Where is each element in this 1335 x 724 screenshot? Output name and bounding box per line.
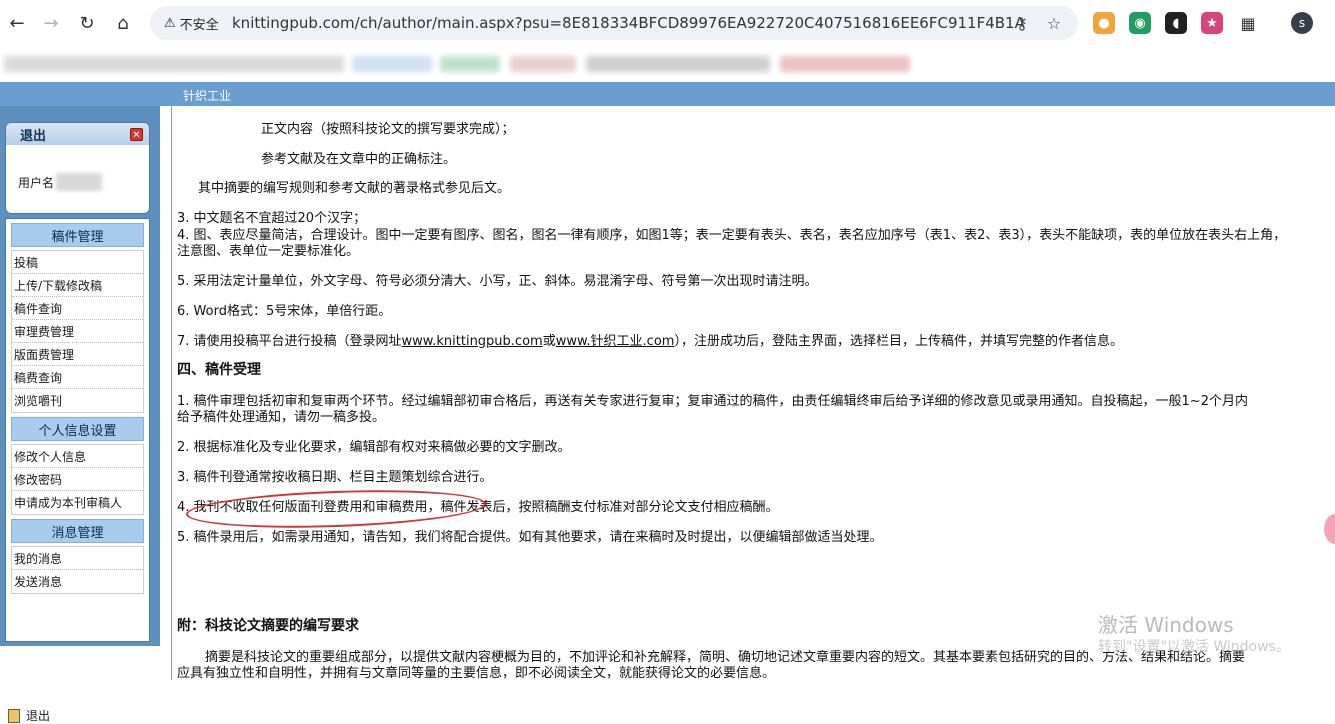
bookmark-item[interactable]: [440, 56, 500, 72]
menu-list-messages: 我的消息 发送消息: [11, 546, 144, 594]
address-bar[interactable]: ⚠ 不安全 knittingpub.com/ch/author/main.asp…: [150, 6, 1078, 40]
logout-title[interactable]: 退出: [20, 125, 46, 144]
text-line: 注意图、表单位一定要标准化。: [177, 244, 360, 259]
windows-activation-subtitle: 转到"设置"以激活 Windows。: [1098, 639, 1290, 655]
text-line: 1. 稿件审理包括初审和复审两个环节。经过编辑部初审合格后，再送有关专家进行复审…: [177, 394, 1248, 409]
link-chinese-domain[interactable]: www.针织工业.com: [556, 334, 675, 349]
menu-item-submit[interactable]: 投稿: [12, 251, 143, 274]
logout-icon: [8, 708, 20, 723]
bookmark-item[interactable]: [586, 56, 770, 72]
back-icon[interactable]: ←: [4, 10, 30, 36]
red-ellipse-annotation: [185, 485, 487, 533]
menu-item-my-messages[interactable]: 我的消息: [12, 547, 143, 570]
menu-panel: 稿件管理 投稿 上传/下载修改稿 稿件查询 审理费管理 版面费管理 稿费查询 浏…: [5, 218, 150, 723]
puzzle-extensions-icon[interactable]: ▦: [1237, 12, 1259, 34]
text-line: 5. 稿件录用后，如需录用通知，请告知，我们将配合提供。如有其他要求，请在来稿时…: [177, 530, 883, 545]
bookmarks-bar: [0, 46, 1335, 82]
text-line: 给予稿件处理通知，请勿一稿多投。: [177, 410, 386, 425]
text-line: 3. 中文题名不宜超过20个汉字；: [177, 211, 367, 226]
security-label: 不安全: [179, 17, 219, 33]
site-header: 针织工业: [0, 82, 1335, 106]
text-line: 其中摘要的编写规则和参考文献的著录格式参见后文。: [198, 181, 511, 196]
forward-icon[interactable]: →: [38, 10, 64, 36]
text-line: 参考文献及在文章中的正确标注。: [261, 152, 457, 167]
windows-activation-title: 激活 Windows: [1098, 613, 1234, 637]
text-line: 6. Word格式：5号宋体，单倍行距。: [177, 304, 392, 319]
menu-section-messages: 消息管理: [11, 519, 144, 543]
username-value-redacted: [56, 173, 103, 191]
logout-link[interactable]: 退出: [8, 707, 50, 724]
menu-item-apply-reviewer[interactable]: 申请成为本刊审稿人: [12, 491, 143, 514]
text-line: 应具有独立性和自明性，并拥有与文章同等量的主要信息，即不必阅读全文，就能获得论文…: [177, 666, 776, 680]
text-line: 正文内容（按照科技论文的撰写要求完成）；: [261, 122, 515, 137]
menu-section-manuscripts: 稿件管理: [11, 223, 144, 247]
menu-item-query-manuscript[interactable]: 稿件查询: [12, 297, 143, 320]
menu-item-edit-profile[interactable]: 修改个人信息: [12, 445, 143, 468]
bookmark-star-icon[interactable]: ☆: [1044, 13, 1064, 33]
section-heading: 四、稿件受理: [177, 362, 261, 378]
text-line: 4. 图、表应尽量简洁，合理设计。图中一定要有图序、图名，图名一律有顺序，如图1…: [177, 228, 1287, 243]
password-key-icon[interactable]: ⚷: [1012, 13, 1032, 33]
appendix-heading: 附：科技论文摘要的编写要求: [177, 618, 359, 634]
menu-list-personal-settings: 修改个人信息 修改密码 申请成为本刊审稿人: [11, 444, 144, 515]
menu-item-review-fee[interactable]: 审理费管理: [12, 320, 143, 343]
bookmark-item[interactable]: [352, 56, 432, 72]
username-row: 用户名: [18, 173, 103, 191]
bookmark-item[interactable]: [780, 56, 910, 72]
username-label: 用户名: [18, 175, 55, 190]
menu-item-browse-journal[interactable]: 浏览嚼刊: [12, 389, 143, 412]
submission-text: 7. 请使用投稿平台进行投稿（登录网址: [177, 334, 402, 349]
profile-avatar[interactable]: s: [1291, 12, 1313, 34]
browser-toolbar: ← → ↻ ⌂ ⚠ 不安全 knittingpub.com/ch/author/…: [0, 0, 1335, 46]
main-content: 正文内容（按照科技论文的撰写要求完成）； 参考文献及在文章中的正确标注。 其中摘…: [171, 106, 1335, 680]
text-line: 2. 根据标准化及专业化要求，编辑部有权对来稿做必要的文字删改。: [177, 440, 571, 455]
menu-section-personal-settings: 个人信息设置: [11, 417, 144, 441]
translate-extension-icon[interactable]: ★: [1201, 12, 1223, 34]
text-line: 3. 稿件刊登通常按收稿日期、栏目主题策划综合进行。: [177, 470, 493, 485]
site-name[interactable]: 针织工业: [183, 87, 231, 104]
text-line: 5. 采用法定计量单位，外文字母、符号必须分清大、小写，正、斜体。易混淆字母、符…: [177, 274, 818, 289]
menu-item-royalty-query[interactable]: 稿费查询: [12, 366, 143, 389]
menu-list-manuscripts: 投稿 上传/下载修改稿 稿件查询 审理费管理 版面费管理 稿费查询 浏览嚼刊: [11, 250, 144, 413]
close-icon[interactable]: ✕: [130, 127, 143, 141]
submission-text: 或: [542, 334, 556, 349]
login-info-box: 退出 ✕ 用户名: [5, 122, 150, 214]
sidebar: 退出 ✕ 用户名 稿件管理 投稿 上传/下载修改稿 稿件查询 审理费管理 版面费…: [0, 106, 160, 723]
extension-icon-1[interactable]: ●: [1093, 12, 1115, 34]
reload-icon[interactable]: ↻: [74, 10, 100, 36]
extension-icon-3[interactable]: ◖: [1165, 12, 1187, 34]
menu-item-page-fee[interactable]: 版面费管理: [12, 343, 143, 366]
url-text[interactable]: knittingpub.com/ch/author/main.aspx?psu=…: [232, 14, 1025, 32]
extension-icon-2[interactable]: ◉: [1129, 12, 1151, 34]
bookmark-item[interactable]: [510, 56, 576, 72]
login-box-header: 退出 ✕: [6, 123, 149, 145]
menu-item-send-message[interactable]: 发送消息: [12, 570, 143, 593]
submission-text: ），注册成功后，登陆主界面，选择栏目，上传稿件，并填写完整的作者信息。: [674, 334, 1123, 349]
security-chip[interactable]: ⚠ 不安全: [156, 11, 227, 35]
text-line-submission: 7. 请使用投稿平台进行投稿（登录网址www.knittingpub.com或w…: [177, 334, 1123, 349]
bookmark-item[interactable]: [4, 56, 344, 72]
menu-item-upload-revision[interactable]: 上传/下载修改稿: [12, 274, 143, 297]
home-icon[interactable]: ⌂: [110, 10, 136, 36]
logout-label: 退出: [26, 709, 51, 723]
warning-icon: ⚠: [164, 15, 176, 31]
menu-item-change-password[interactable]: 修改密码: [12, 468, 143, 491]
link-knittingpub[interactable]: www.knittingpub.com: [402, 334, 543, 349]
